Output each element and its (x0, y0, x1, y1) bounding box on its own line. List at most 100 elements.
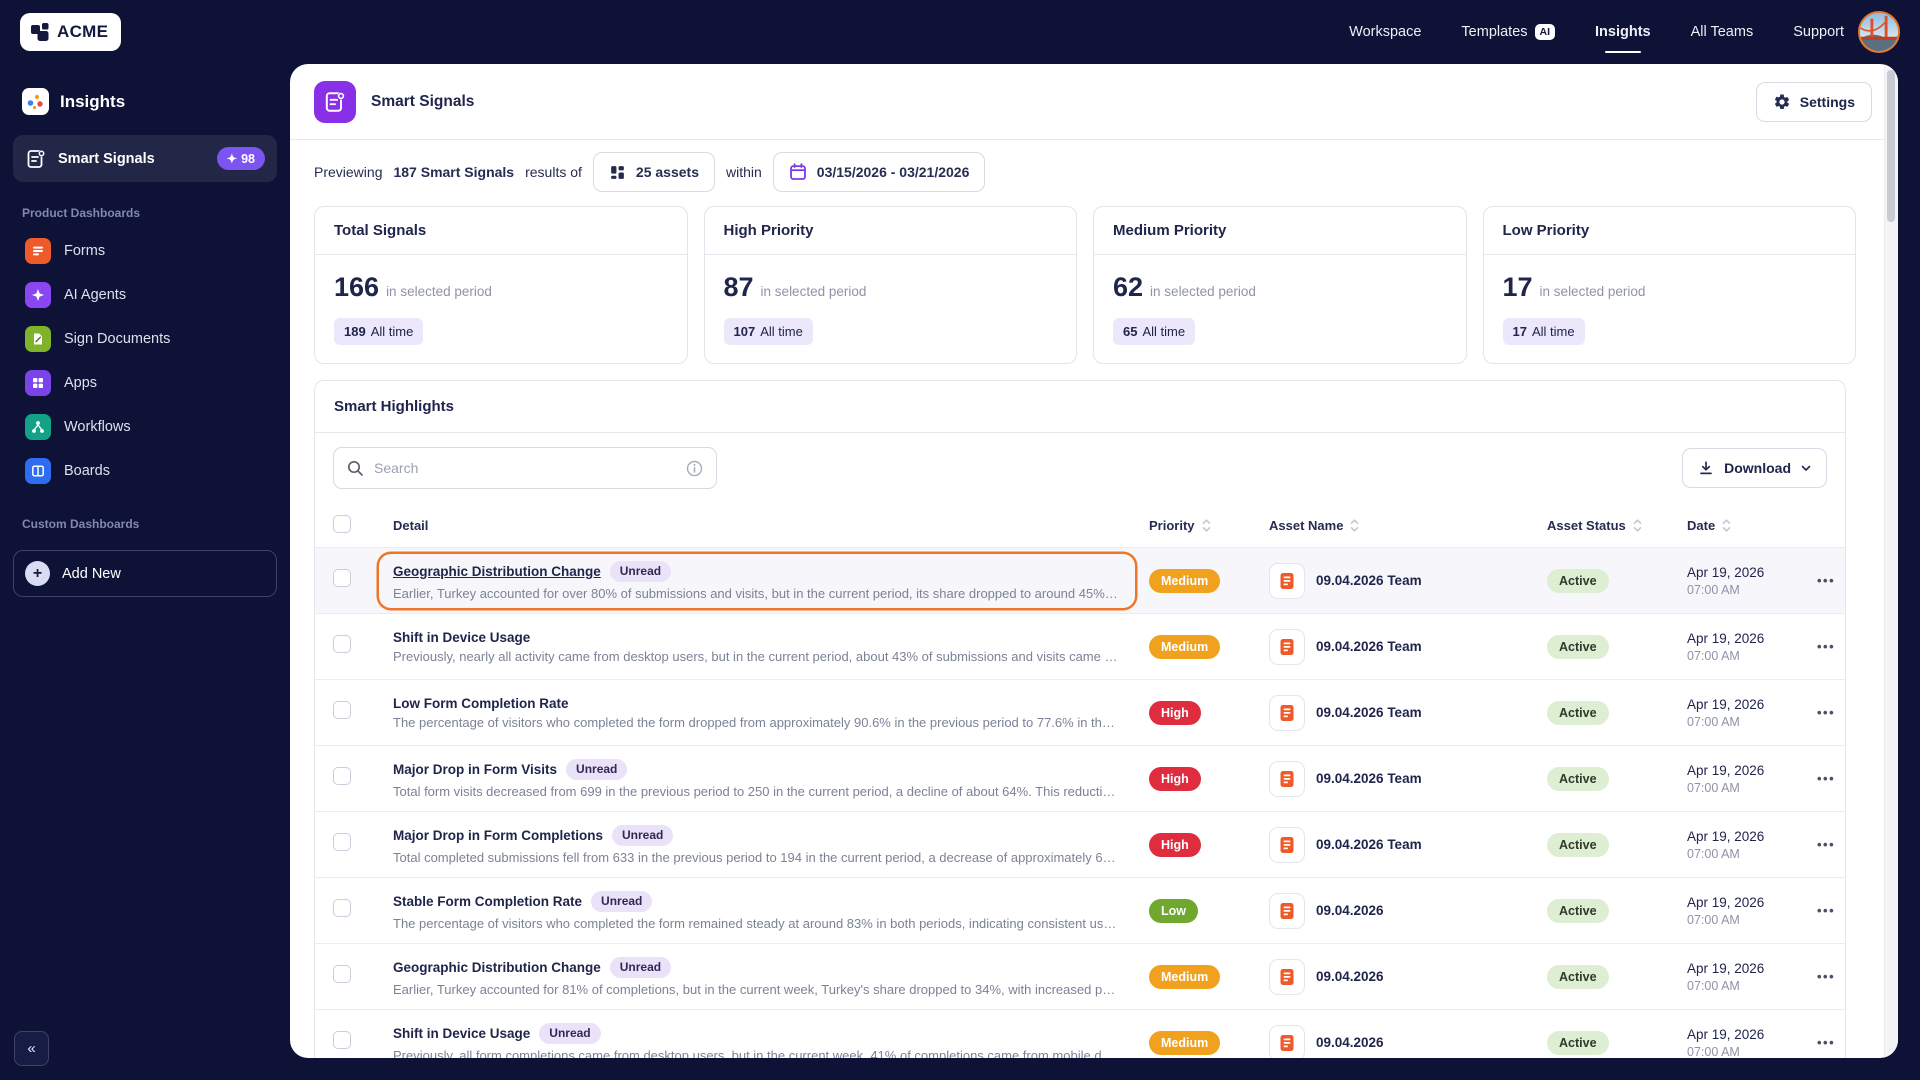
row-checkbox[interactable] (333, 701, 351, 719)
column-header-asset-name[interactable]: Asset Name (1269, 518, 1547, 533)
signal-title-link[interactable]: Geographic Distribution Change (393, 564, 601, 579)
row-checkbox[interactable] (333, 965, 351, 983)
table-row[interactable]: Shift in Device Usage Unread Previously,… (315, 1009, 1845, 1058)
all-time-label: All time (1532, 324, 1575, 339)
row-menu-button[interactable]: ••• (1817, 771, 1835, 786)
search-box[interactable] (333, 447, 717, 489)
sidebar-item-label: Sign Documents (64, 331, 170, 347)
user-avatar[interactable] (1858, 11, 1900, 53)
table-row[interactable]: Geographic Distribution Change Unread Ea… (315, 943, 1845, 1009)
table-row[interactable]: Major Drop in Form Visits Unread Total f… (315, 745, 1845, 811)
nav-item-insights[interactable]: Insights (1595, 24, 1651, 40)
column-header-priority[interactable]: Priority (1149, 518, 1269, 533)
form-asset-icon (1269, 827, 1305, 863)
table-row[interactable]: Geographic Distribution Change Unread Ea… (315, 547, 1845, 613)
signal-detail-cell[interactable]: Shift in Device Usage Previously, nearly… (379, 620, 1135, 674)
date-cell: Apr 19, 2026 07:00 AM (1687, 1027, 1817, 1059)
ai-agents-icon (25, 282, 51, 308)
within-text: within (726, 164, 762, 180)
asset-name: 09.04.2026 (1316, 969, 1384, 984)
asset-cell: 09.04.2026 Team (1269, 629, 1547, 665)
signal-title-link[interactable]: Major Drop in Form Completions (393, 828, 603, 843)
nav-item-workspace[interactable]: Workspace (1349, 24, 1421, 40)
collapse-sidebar-button[interactable]: « (14, 1031, 49, 1066)
signal-title-link[interactable]: Major Drop in Form Visits (393, 762, 557, 777)
row-menu-button[interactable]: ••• (1817, 903, 1835, 918)
signal-title-link[interactable]: Geographic Distribution Change (393, 960, 601, 975)
nav-item-label: Support (1793, 24, 1844, 40)
sidebar-item-label: Workflows (64, 419, 131, 435)
row-menu-button[interactable]: ••• (1817, 573, 1835, 588)
signal-title-link[interactable]: Low Form Completion Rate (393, 696, 569, 711)
sidebar-item-boards[interactable]: Boards (13, 449, 277, 493)
signal-description: The percentage of visitors who completed… (393, 715, 1121, 730)
sidebar-item-forms[interactable]: Forms (13, 229, 277, 273)
product-dashboards-list: Forms AI Agents Sign Documents Apps Work… (13, 229, 277, 493)
row-menu-button[interactable]: ••• (1817, 969, 1835, 984)
assets-select[interactable]: 25 assets (593, 152, 715, 192)
signal-title-link[interactable]: Stable Form Completion Rate (393, 894, 582, 909)
panel-scrollbar[interactable] (1884, 64, 1898, 1058)
smart-highlights-section: Smart Highlights Download (314, 380, 1846, 1058)
sidebar-title-label: Insights (60, 92, 125, 112)
all-time-badge: 107 All time (724, 318, 813, 345)
sidebar-item-sign-documents[interactable]: Sign Documents (13, 317, 277, 361)
nav-item-support[interactable]: Support (1793, 24, 1844, 40)
row-checkbox[interactable] (333, 899, 351, 917)
column-header-date[interactable]: Date (1687, 518, 1817, 533)
asset-status-badge: Active (1547, 833, 1609, 857)
stat-value: 17 (1503, 272, 1533, 302)
search-input[interactable] (374, 460, 676, 476)
row-checkbox[interactable] (333, 767, 351, 785)
signal-detail-cell[interactable]: Geographic Distribution Change Unread Ea… (379, 950, 1135, 1004)
download-button[interactable]: Download (1682, 448, 1827, 488)
row-checkbox[interactable] (333, 569, 351, 587)
sidebar-item-apps[interactable]: Apps (13, 361, 277, 405)
date-value: Apr 19, 2026 (1687, 961, 1817, 976)
signal-detail-cell[interactable]: Stable Form Completion Rate Unread The p… (379, 884, 1135, 938)
column-header-detail[interactable]: Detail (379, 518, 1149, 533)
signal-detail-cell[interactable]: Major Drop in Form Visits Unread Total f… (379, 752, 1135, 806)
golden-gate-photo (1860, 13, 1898, 51)
row-checkbox[interactable] (333, 833, 351, 851)
row-menu-button[interactable]: ••• (1817, 639, 1835, 654)
signal-detail-cell[interactable]: Major Drop in Form Completions Unread To… (379, 818, 1135, 872)
nav-item-templates[interactable]: Templates AI (1461, 24, 1555, 41)
time-value: 07:00 AM (1687, 847, 1817, 861)
acme-logo[interactable]: ACME (20, 13, 121, 51)
table-row[interactable]: Stable Form Completion Rate Unread The p… (315, 877, 1845, 943)
sidebar-item-smart-signals[interactable]: Smart Signals ✦ 98 (13, 135, 277, 182)
time-value: 07:00 AM (1687, 781, 1817, 795)
signal-detail-cell[interactable]: Geographic Distribution Change Unread Ea… (379, 554, 1135, 608)
section-label-product-dashboards: Product Dashboards (13, 182, 277, 229)
stat-card-medium-priority: Medium Priority 62in selected period 65 … (1093, 206, 1467, 364)
info-icon[interactable] (686, 460, 703, 477)
table-row[interactable]: Shift in Device Usage Previously, nearly… (315, 613, 1845, 679)
stat-card-total-signals: Total Signals 166in selected period 189 … (314, 206, 688, 364)
main-panel: Smart Signals Settings Previewing 187 Sm… (290, 64, 1898, 1058)
add-new-button[interactable]: + Add New (13, 550, 277, 597)
settings-button[interactable]: Settings (1756, 82, 1872, 122)
scrollbar-thumb[interactable] (1887, 70, 1895, 222)
column-header-asset-status[interactable]: Asset Status (1547, 518, 1687, 533)
row-menu-button[interactable]: ••• (1817, 1035, 1835, 1050)
signal-title-link[interactable]: Shift in Device Usage (393, 1026, 530, 1041)
table-row[interactable]: Major Drop in Form Completions Unread To… (315, 811, 1845, 877)
signal-detail-cell[interactable]: Low Form Completion Rate The percentage … (379, 686, 1135, 740)
row-checkbox[interactable] (333, 635, 351, 653)
sidebar-item-ai-agents[interactable]: AI Agents (13, 273, 277, 317)
sidebar-item-workflows[interactable]: Workflows (13, 405, 277, 449)
row-menu-button[interactable]: ••• (1817, 837, 1835, 852)
nav-item-all-teams[interactable]: All Teams (1691, 24, 1754, 40)
asset-name: 09.04.2026 Team (1316, 573, 1422, 588)
signal-title-link[interactable]: Shift in Device Usage (393, 630, 530, 645)
signal-detail-cell[interactable]: Shift in Device Usage Unread Previously,… (379, 1016, 1135, 1059)
table-row[interactable]: Low Form Completion Rate The percentage … (315, 679, 1845, 745)
row-checkbox[interactable] (333, 1031, 351, 1049)
row-menu-button[interactable]: ••• (1817, 705, 1835, 720)
select-all-checkbox[interactable] (333, 515, 351, 533)
date-range-select[interactable]: 03/15/2026 - 03/21/2026 (773, 152, 986, 192)
section-label-custom-dashboards: Custom Dashboards (13, 493, 277, 540)
sort-icon (1722, 518, 1731, 533)
top-nav: Workspace Templates AI Insights All Team… (1349, 0, 1844, 64)
